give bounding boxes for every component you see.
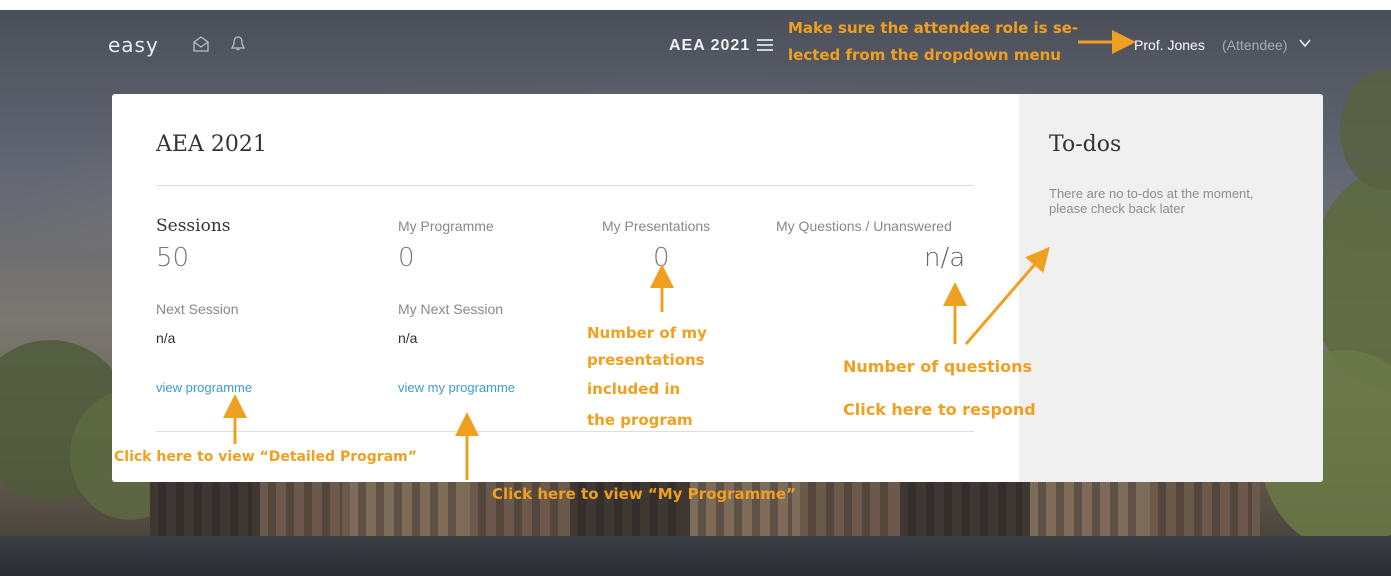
respond-annotation: Click here to respond bbox=[843, 400, 1036, 419]
view-programme-link[interactable]: view programme bbox=[156, 380, 252, 395]
conference-title: AEA 2021 bbox=[669, 37, 751, 54]
page-title: AEA 2021 bbox=[156, 132, 267, 157]
my-programme-label: My Programme bbox=[398, 218, 494, 234]
easy-logo[interactable]: easy bbox=[108, 33, 159, 57]
questions-annotation: Number of questions bbox=[843, 357, 1032, 376]
user-role[interactable]: (Attendee) bbox=[1222, 37, 1287, 53]
my-presentations-label: My Presentations bbox=[602, 218, 711, 234]
next-session-label: Next Session bbox=[156, 301, 239, 317]
menu-icon[interactable] bbox=[757, 39, 773, 51]
todos-empty-text: There are no to-dos at the moment, pleas… bbox=[1049, 186, 1254, 216]
my-programme-annotation: Click here to view “My Programme” bbox=[492, 485, 796, 503]
todos-title: To-dos bbox=[1049, 132, 1122, 157]
my-next-session-value: n/a bbox=[398, 330, 418, 346]
dashboard-card: AEA 2021 Sessions 50 My Programme 0 My P… bbox=[112, 94, 1323, 482]
sessions-label: Sessions bbox=[156, 216, 231, 236]
todos-panel: To-dos There are no to-dos at the moment… bbox=[1019, 94, 1323, 482]
my-next-session-label: My Next Session bbox=[398, 301, 504, 317]
divider bbox=[156, 185, 974, 186]
my-questions-label: My Questions / Unanswered bbox=[776, 218, 952, 234]
role-annotation-line1: Make sure the attendee role is se- bbox=[788, 19, 1079, 37]
mail-icon[interactable] bbox=[192, 36, 210, 52]
detailed-program-annotation: Click here to view “Detailed Program” bbox=[114, 449, 417, 465]
my-questions-count[interactable]: n/a bbox=[924, 243, 965, 273]
user-name[interactable]: Prof. Jones bbox=[1134, 37, 1205, 53]
next-session-value: n/a bbox=[156, 330, 176, 346]
divider bbox=[156, 431, 974, 432]
my-programme-count: 0 bbox=[398, 243, 415, 273]
presentations-annotation-line4: the program bbox=[587, 411, 693, 429]
chevron-down-icon[interactable] bbox=[1298, 36, 1312, 50]
view-my-programme-link[interactable]: view my programme bbox=[398, 380, 515, 395]
my-presentations-count: 0 bbox=[653, 243, 670, 273]
presentations-annotation-line2: presentations bbox=[587, 351, 705, 369]
bell-icon[interactable] bbox=[229, 36, 247, 52]
sessions-count: 50 bbox=[156, 243, 190, 273]
role-annotation-line2: lected from the dropdown menu bbox=[788, 46, 1061, 64]
top-navigation-bar: easy AEA 2021 Prof. Jones (Attendee) bbox=[0, 10, 1391, 80]
presentations-annotation-line1: Number of my bbox=[587, 324, 707, 342]
presentations-annotation-line3: included in bbox=[587, 380, 681, 398]
